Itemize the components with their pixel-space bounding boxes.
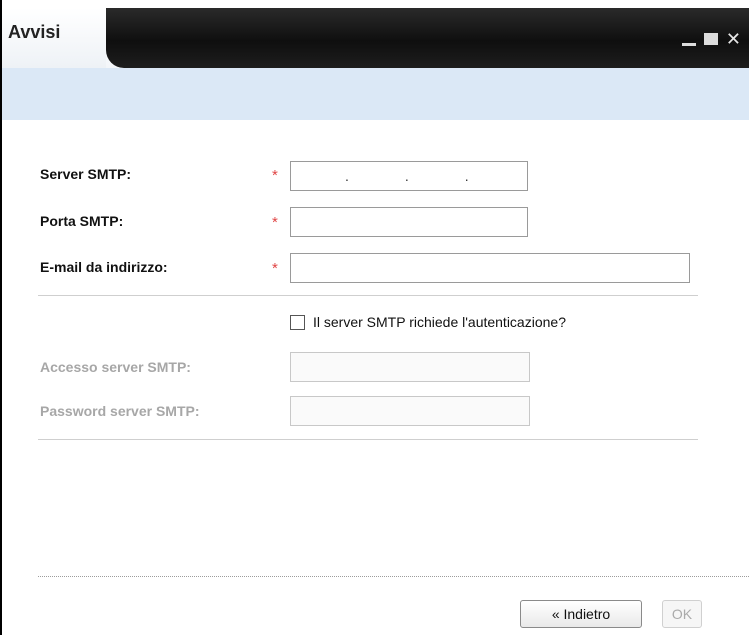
auth-checkbox[interactable] [290,314,305,330]
minimize-icon[interactable] [681,42,696,46]
required-mark: * [272,167,278,184]
ip-dot: . [345,168,349,184]
ok-button[interactable]: OK [662,600,702,628]
smtp-server-label: Server SMTP: [40,166,132,182]
smtp-password-label: Password server SMTP: [40,403,200,419]
from-email-input[interactable] [290,253,690,283]
auth-checkbox-row[interactable]: Il server SMTP richiede l'autenticazione… [290,314,566,330]
ip-dot: . [464,168,469,184]
smtp-port-label: Porta SMTP: [40,213,124,229]
window-title: Avvisi [8,22,61,42]
title-bar-dark: ✕ [106,8,749,68]
ip-dot: . [404,168,409,184]
back-button[interactable]: « Indietro [520,600,642,628]
smtp-login-input[interactable] [290,352,530,382]
divider [38,439,698,440]
close-icon[interactable]: ✕ [726,30,741,48]
maximize-icon[interactable] [703,33,718,45]
from-email-label: E-mail da indirizzo: [40,259,168,275]
window-controls: ✕ [681,30,741,48]
header-band [2,68,749,120]
ip-address-dots: . . . [290,161,528,191]
smtp-password-input[interactable] [290,396,530,426]
title-tab: Avvisi [2,8,106,68]
footer-separator [38,576,749,577]
auth-checkbox-label[interactable]: Il server SMTP richiede l'autenticazione… [313,314,566,330]
title-bar: Avvisi ✕ [2,8,749,68]
divider [38,295,698,296]
smtp-login-label: Accesso server SMTP: [40,359,191,375]
required-mark: * [272,260,278,277]
smtp-port-input[interactable] [290,207,528,237]
required-mark: * [272,214,278,231]
